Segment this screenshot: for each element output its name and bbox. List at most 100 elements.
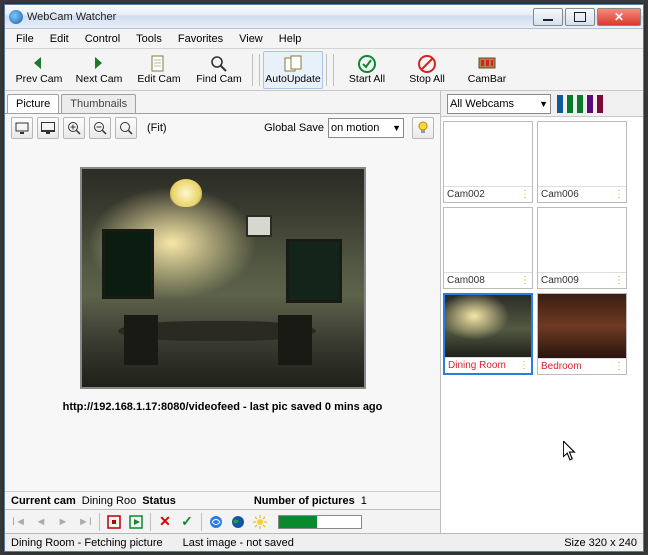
accept-button[interactable]: ✓: [179, 514, 195, 530]
app-icon: [9, 10, 23, 24]
next-cam-button[interactable]: Next Cam: [69, 51, 129, 89]
close-button[interactable]: ✕: [597, 8, 641, 26]
zoom-out-button[interactable]: [89, 117, 111, 139]
toolbar-label: Edit Cam: [137, 73, 180, 85]
camera-cell[interactable]: Cam008⋮: [443, 207, 533, 289]
status-dots-icon: ⋮: [520, 189, 529, 200]
main-toolbar: Prev Cam Next Cam Edit Cam Find Cam AutoUpda…: [5, 49, 643, 91]
last-button[interactable]: ►I: [77, 514, 93, 530]
menu-control[interactable]: Control: [78, 31, 127, 47]
camera-thumbnail: [538, 294, 626, 358]
fit-label: (Fit): [147, 122, 167, 134]
zoom-in-icon: [67, 121, 81, 135]
first-button[interactable]: I◄: [11, 514, 27, 530]
camera-thumbnail: [444, 208, 532, 272]
progress-bar: [278, 515, 362, 529]
minimize-button[interactable]: [533, 8, 563, 26]
global-save-label: Global Save: [264, 122, 324, 134]
status-dots-icon: ⋮: [614, 189, 623, 200]
status-stripe: [587, 95, 593, 113]
menu-favorites[interactable]: Favorites: [171, 31, 230, 47]
menu-view[interactable]: View: [232, 31, 270, 47]
status-dots-icon: ⋮: [519, 360, 528, 371]
tab-picture[interactable]: Picture: [7, 94, 59, 113]
menu-file[interactable]: File: [9, 31, 41, 47]
menu-edit[interactable]: Edit: [43, 31, 76, 47]
right-top-bar: All Webcams ▼: [441, 91, 643, 117]
camera-cell[interactable]: Bedroom⋮: [537, 293, 627, 375]
play-record-button[interactable]: [128, 514, 144, 530]
arrow-right-icon: [90, 55, 108, 73]
status-stripe: [567, 95, 573, 113]
camera-label: Cam006⋮: [538, 186, 626, 202]
zoom-reset-button[interactable]: [115, 117, 137, 139]
start-all-button[interactable]: Start All: [337, 51, 397, 89]
body-area: Picture Thumbnails (Fit): [5, 91, 643, 533]
toolbar-label: AutoUpdate: [265, 73, 320, 85]
window-title: WebCam Watcher: [27, 11, 533, 23]
global-save-value: on motion: [331, 122, 379, 134]
chevron-down-icon: ▼: [392, 123, 401, 133]
zoom-reset-icon: [119, 121, 133, 135]
image-status-line: http://192.168.1.17:8080/videofeed - las…: [5, 389, 440, 419]
toolbar-label: Find Cam: [196, 73, 242, 85]
menu-help[interactable]: Help: [272, 31, 309, 47]
magnifier-icon: [210, 55, 228, 73]
camera-cell[interactable]: Cam006⋮: [537, 121, 627, 203]
status-stripe: [577, 95, 583, 113]
menu-tools[interactable]: Tools: [129, 31, 169, 47]
current-cam-label: Current cam: [11, 495, 76, 507]
statusbar-left: Dining Room - Fetching picture: [11, 537, 163, 549]
toolbar-label: CamBar: [468, 73, 507, 85]
ie-icon: [209, 515, 223, 529]
view-actual-button[interactable]: [11, 117, 33, 139]
play-boxed-icon: [129, 515, 143, 529]
camera-filter-value: All Webcams: [450, 98, 514, 110]
monitor-icon: [15, 122, 29, 134]
camera-label: Dining Room⋮: [445, 357, 531, 373]
toolbar-label: Stop All: [409, 73, 445, 85]
globe-button[interactable]: [230, 514, 246, 530]
num-pictures-label: Number of pictures: [254, 495, 355, 507]
camera-label: Cam009⋮: [538, 272, 626, 288]
camera-image: [80, 167, 366, 389]
global-save-select[interactable]: on motion ▼: [328, 118, 404, 138]
toolbar-label: Next Cam: [76, 73, 123, 85]
auto-update-button[interactable]: AutoUpdate: [263, 51, 323, 89]
camera-cell[interactable]: Dining Room⋮: [443, 293, 533, 375]
stop-record-button[interactable]: [106, 514, 122, 530]
monitor-bold-icon: [41, 122, 55, 134]
num-pictures-value: 1: [361, 495, 367, 507]
two-docs-icon: [284, 55, 302, 73]
prev-cam-button[interactable]: Prev Cam: [9, 51, 69, 89]
statusbar: Dining Room - Fetching picture Last imag…: [5, 533, 643, 551]
tab-thumbnails[interactable]: Thumbnails: [61, 94, 136, 113]
statusbar-mid: Last image - not saved: [183, 537, 294, 549]
view-fit-button[interactable]: [37, 117, 59, 139]
back-button[interactable]: ◄: [33, 514, 49, 530]
bulb-button[interactable]: [412, 117, 434, 139]
menubar: File Edit Control Tools Favorites View H…: [5, 29, 643, 49]
forward-button[interactable]: ►: [55, 514, 71, 530]
maximize-button[interactable]: [565, 8, 595, 26]
status-stripes: [557, 95, 603, 113]
picture-bottom-toolbar: I◄ ◄ ► ►I ✕ ✓: [5, 509, 440, 533]
status-dots-icon: ⋮: [614, 361, 623, 372]
camera-summary-row: Current cam Dining Roo Status Number of …: [5, 491, 440, 509]
camera-filter-select[interactable]: All Webcams ▼: [447, 94, 551, 114]
find-cam-button[interactable]: Find Cam: [189, 51, 249, 89]
cambar-button[interactable]: CamBar: [457, 51, 517, 89]
window-controls: ✕: [533, 8, 641, 26]
bulb-icon: [417, 121, 429, 135]
titlebar: WebCam Watcher ✕: [5, 5, 643, 29]
delete-button[interactable]: ✕: [157, 514, 173, 530]
edit-cam-button[interactable]: Edit Cam: [129, 51, 189, 89]
browser-button[interactable]: [208, 514, 224, 530]
zoom-in-button[interactable]: [63, 117, 85, 139]
status-dots-icon: ⋮: [520, 275, 529, 286]
camera-cell[interactable]: Cam009⋮: [537, 207, 627, 289]
camera-cell[interactable]: Cam002⋮: [443, 121, 533, 203]
stop-all-button[interactable]: Stop All: [397, 51, 457, 89]
brightness-button[interactable]: [252, 514, 268, 530]
stop-icon: [107, 515, 121, 529]
